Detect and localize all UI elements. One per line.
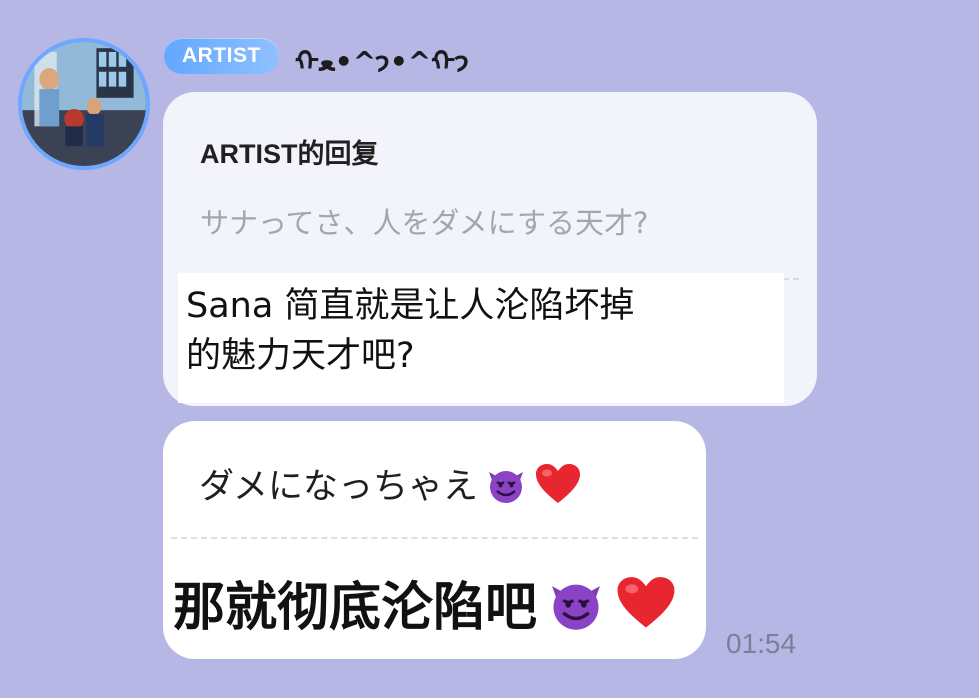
- quoted-question: サナってさ、人をダメにする天才?: [200, 206, 649, 240]
- avatar[interactable]: [18, 38, 150, 170]
- artist-badge: ARTIST: [164, 38, 279, 74]
- red-heart-icon: [534, 463, 582, 505]
- sender-name[interactable]: ᡣ𐭩^•ﻌ•^ᡣ𐭩: [295, 31, 469, 81]
- reply-answer-line-1: Sana 简直就是让人沦陷坏掉: [186, 286, 635, 326]
- message-line-1: ダメになっちゃえ: [199, 458, 582, 509]
- avatar-image: [22, 42, 146, 166]
- message-line-1-text: ダメになっちゃえ: [199, 467, 478, 507]
- message-timestamp: 01:54: [726, 628, 797, 659]
- smiling-face-with-horns-icon: [484, 463, 528, 505]
- reply-answer-line-2: 的魅力天才吧?: [186, 336, 415, 376]
- bubble-divider: [171, 537, 698, 539]
- message-bubble[interactable]: ダメになっちゃえ: [163, 421, 706, 659]
- sender-header: ARTIST ᡣ𐭩^•ﻌ•^ᡣ𐭩: [164, 38, 469, 78]
- reply-label: ARTIST的回复: [200, 139, 379, 169]
- reply-answer-text: Sana 简直就是让人沦陷坏掉 的魅力天才吧?: [178, 273, 784, 403]
